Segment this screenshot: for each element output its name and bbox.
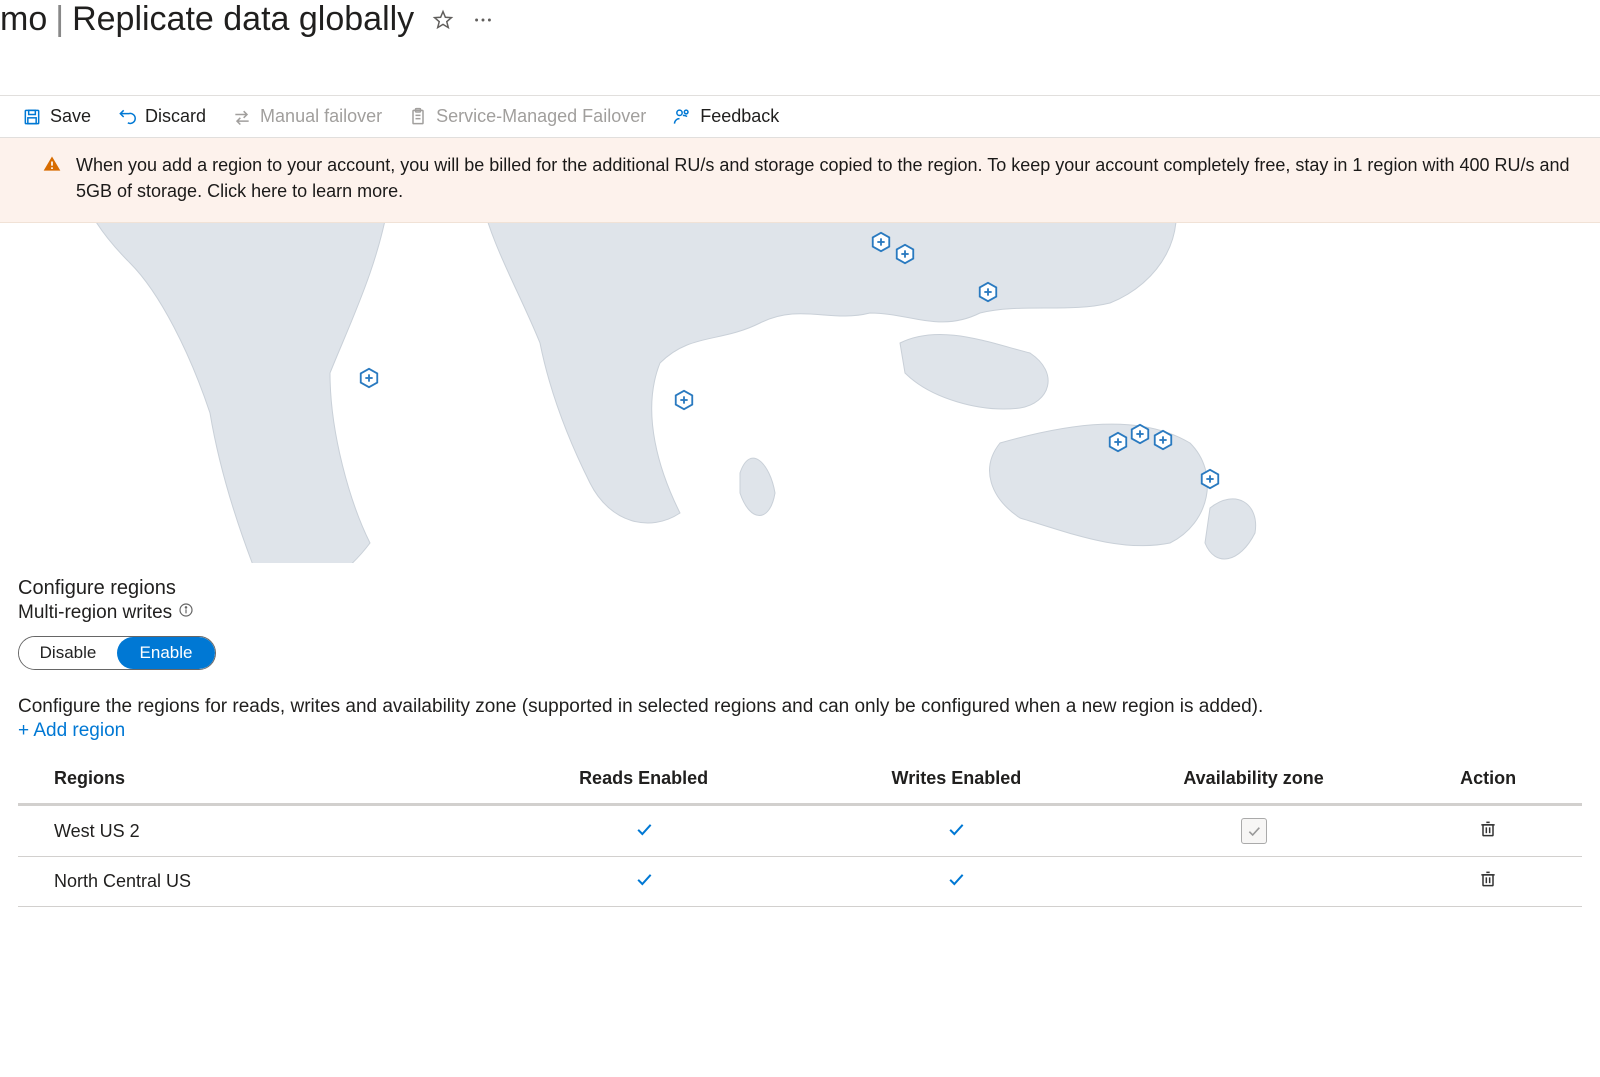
more-actions-button[interactable] [472, 9, 494, 31]
az-checkbox[interactable] [1241, 818, 1267, 844]
reads-cell [487, 805, 800, 857]
delete-region-button[interactable] [1478, 823, 1498, 843]
manual-failover-label: Manual failover [260, 106, 382, 127]
discard-label: Discard [145, 106, 206, 127]
warning-icon [42, 154, 62, 181]
toggle-disable[interactable]: Disable [19, 637, 117, 669]
region-marker-south-africa[interactable] [673, 389, 695, 411]
az-cell [1113, 805, 1395, 857]
check-icon [946, 873, 966, 893]
col-az: Availability zone [1113, 756, 1395, 805]
toggle-enable[interactable]: Enable [117, 637, 215, 669]
swap-icon [232, 107, 252, 127]
region-marker-new-zealand[interactable] [1199, 468, 1221, 490]
save-label: Save [50, 106, 91, 127]
ellipsis-icon [472, 9, 494, 31]
action-cell [1394, 857, 1582, 907]
save-button[interactable]: Save [22, 106, 91, 127]
writes-cell [800, 857, 1113, 907]
col-writes: Writes Enabled [800, 756, 1113, 805]
col-action: Action [1394, 756, 1582, 805]
region-marker-southeast-asia[interactable] [977, 281, 999, 303]
feedback-button[interactable]: Feedback [672, 106, 779, 127]
action-cell [1394, 805, 1582, 857]
table-row: West US 2 [18, 805, 1582, 857]
writes-cell [800, 805, 1113, 857]
service-failover-label: Service-Managed Failover [436, 106, 646, 127]
clipboard-icon [408, 107, 428, 127]
title-divider: | [55, 0, 64, 38]
toolbar: Save Discard Manual failover Service-Man… [0, 95, 1600, 138]
billing-info-bar[interactable]: When you add a region to your account, y… [0, 138, 1600, 223]
multi-region-writes-toggle[interactable]: Disable Enable [18, 636, 216, 670]
star-outline-icon [432, 9, 454, 31]
page-title: mo|Replicate data globally [0, 0, 414, 39]
multi-region-writes-label: Multi-region writes [18, 602, 172, 624]
az-cell [1113, 857, 1395, 907]
title-prefix: mo [0, 0, 47, 38]
feedback-label: Feedback [700, 106, 779, 127]
delete-region-button[interactable] [1478, 873, 1498, 893]
region-marker-india-west[interactable] [870, 231, 892, 253]
reads-cell [487, 857, 800, 907]
region-marker-aus-south[interactable] [1129, 423, 1151, 445]
discard-button[interactable]: Discard [117, 106, 206, 127]
region-name: North Central US [18, 857, 487, 907]
manual-failover-button: Manual failover [232, 106, 382, 127]
add-region-link[interactable]: + Add region [0, 720, 1600, 756]
favorite-star-button[interactable] [432, 9, 454, 31]
region-marker-south-america[interactable] [358, 367, 380, 389]
col-region: Regions [18, 756, 487, 805]
region-name: West US 2 [18, 805, 487, 857]
configure-regions-description: Configure the regions for reads, writes … [0, 688, 1600, 720]
page-header: mo|Replicate data globally [0, 0, 1600, 55]
regions-table: Regions Reads Enabled Writes Enabled Ava… [18, 756, 1582, 907]
region-marker-india-south[interactable] [894, 243, 916, 265]
multi-region-writes-row: Multi-region writes [0, 600, 1600, 626]
table-row: North Central US [18, 857, 1582, 907]
region-marker-aus-east[interactable] [1152, 429, 1174, 451]
title-main: Replicate data globally [72, 0, 414, 38]
info-icon[interactable] [178, 602, 194, 624]
billing-info-text: When you add a region to your account, y… [76, 152, 1578, 204]
configure-regions-heading: Configure regions [0, 577, 1600, 600]
check-icon [634, 823, 654, 843]
feedback-icon [672, 107, 692, 127]
check-icon [634, 873, 654, 893]
region-marker-aus-southeast[interactable] [1107, 431, 1129, 453]
col-reads: Reads Enabled [487, 756, 800, 805]
service-failover-button: Service-Managed Failover [408, 106, 646, 127]
check-icon [946, 823, 966, 843]
save-icon [22, 107, 42, 127]
world-map[interactable] [0, 223, 1600, 563]
undo-icon [117, 107, 137, 127]
